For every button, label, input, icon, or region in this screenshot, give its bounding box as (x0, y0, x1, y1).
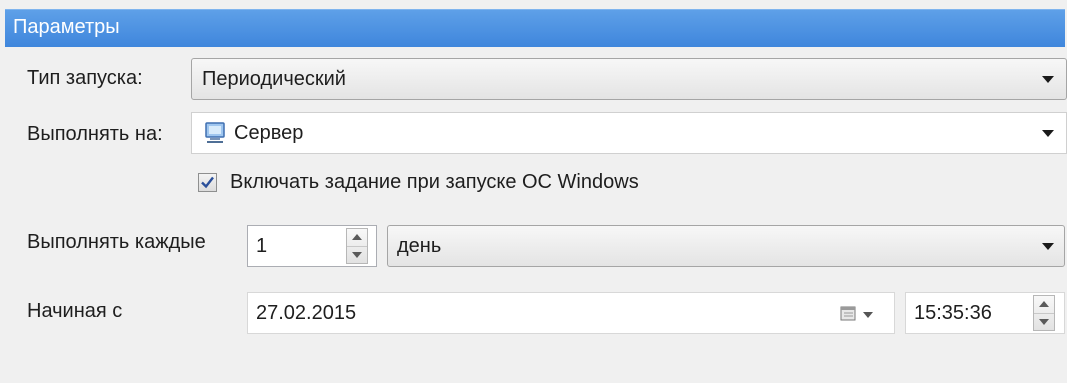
stepper-down-button[interactable] (347, 247, 367, 263)
repeat-label: Выполнять каждые (27, 231, 206, 253)
arrow-down-icon (1039, 319, 1049, 325)
repeat-count-value: 1 (256, 235, 268, 257)
run-on-dropdown[interactable]: Сервер (191, 112, 1067, 154)
windows-startup-label: Включать задание при запуске ОС Windows (230, 171, 639, 193)
chevron-down-icon (1042, 76, 1054, 83)
launch-type-label: Тип запуска: (27, 67, 143, 89)
start-label: Начиная с (27, 300, 123, 322)
checkmark-icon (201, 176, 214, 189)
panel-header: Параметры (5, 9, 1065, 47)
repeat-unit-value: день (397, 235, 442, 257)
server-icon (203, 121, 227, 151)
chevron-down-icon (1042, 243, 1054, 250)
start-date-value: 27.02.2015 (256, 302, 357, 324)
launch-type-value: Периодический (202, 68, 346, 90)
chevron-down-icon (863, 312, 873, 318)
calendar-icon[interactable] (840, 305, 858, 328)
chevron-down-icon (1042, 130, 1054, 137)
parameters-panel: Параметры Тип запуска: Периодический Вып… (0, 0, 1067, 383)
start-time-stepper[interactable] (1033, 295, 1055, 331)
launch-type-dropdown[interactable]: Периодический (191, 58, 1067, 100)
stepper-down-button[interactable] (1034, 314, 1054, 330)
run-on-label: Выполнять на: (27, 123, 163, 145)
stepper-up-button[interactable] (347, 229, 367, 247)
repeat-count-stepper[interactable] (346, 228, 368, 264)
arrow-down-icon (352, 252, 362, 258)
arrow-up-icon (1039, 301, 1049, 307)
run-on-value: Сервер (234, 122, 304, 144)
start-date-picker[interactable]: 27.02.2015 (247, 292, 895, 334)
windows-startup-checkbox[interactable] (198, 173, 217, 192)
start-time-value: 15:35:36 (914, 302, 992, 324)
panel-title: Параметры (13, 16, 120, 38)
arrow-up-icon (352, 234, 362, 240)
repeat-unit-dropdown[interactable]: день (387, 225, 1065, 267)
stepper-up-button[interactable] (1034, 296, 1054, 314)
